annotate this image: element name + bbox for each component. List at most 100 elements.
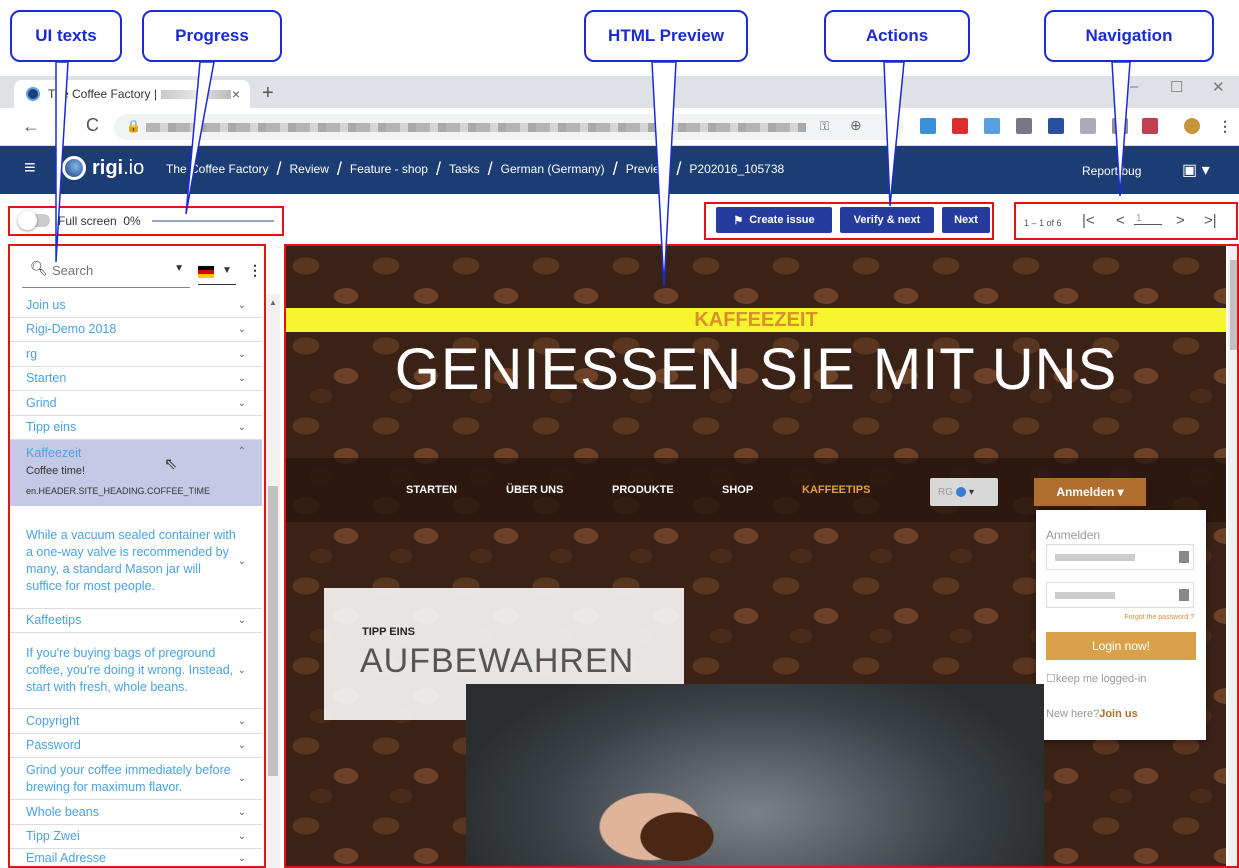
extension-icon[interactable] xyxy=(984,118,1000,134)
flag-icon: ⚑ xyxy=(733,214,744,227)
page-input[interactable]: 1 xyxy=(1134,213,1162,225)
list-item[interactable]: Whole beans ⌄ xyxy=(10,800,262,825)
preview-nav-item[interactable]: STARTEN xyxy=(406,484,457,496)
breadcrumb-item[interactable]: Tasks xyxy=(449,162,480,176)
breadcrumb-item: P202016_105738 xyxy=(689,162,785,176)
list-item[interactable]: Grind your coffee immediately before bre… xyxy=(10,758,262,800)
extension-icon[interactable] xyxy=(1048,118,1064,134)
breadcrumb-item[interactable]: German (Germany) xyxy=(501,162,605,176)
callout-actions: Actions xyxy=(824,10,970,62)
key-icon[interactable]: ⚿ xyxy=(820,119,829,134)
login-username-field[interactable] xyxy=(1046,544,1194,570)
tip-title[interactable]: AUFBEWAHREN xyxy=(360,642,634,681)
list-item[interactable]: Tipp eins ⌄ xyxy=(10,416,262,440)
search-input[interactable] xyxy=(52,263,162,278)
list-item[interactable]: Rigi-Demo 2018 ⌄ xyxy=(10,318,262,342)
more-options-icon[interactable]: ⋮ xyxy=(248,262,262,279)
create-issue-button[interactable]: ⚑ Create issue xyxy=(716,207,832,233)
breadcrumb: The Coffee Factory / Review / Feature - sh… xyxy=(166,159,785,179)
url-input[interactable]: 🔒 ⚿ ⊕ xyxy=(114,114,904,140)
report-bug-link[interactable]: Report bug xyxy=(1082,164,1141,178)
list-item[interactable]: Kaffeetips ⌄ xyxy=(10,609,262,633)
list-item[interactable]: Copyright ⌄ xyxy=(10,709,262,734)
list-item-active[interactable]: Kaffeezeit ⌃ Coffee time! en.HEADER.SITE… xyxy=(10,440,262,506)
preview-hero-title[interactable]: GENIESSEN SIE MIT UNS xyxy=(286,336,1226,403)
zoom-icon[interactable]: ⊕ xyxy=(850,117,862,134)
preview-anmelden-button[interactable]: Anmelden ▾ xyxy=(1034,478,1146,506)
back-icon[interactable]: ← xyxy=(22,116,40,137)
preview-scrollbar[interactable] xyxy=(1228,246,1239,868)
globe-icon xyxy=(956,487,966,497)
user-menu-icon[interactable]: ▣ ▾ xyxy=(1182,160,1210,180)
extension-icon[interactable] xyxy=(920,118,936,134)
tab-title-blurred xyxy=(160,89,231,99)
minimize-icon[interactable]: – xyxy=(1130,78,1138,95)
favicon-icon xyxy=(26,87,40,101)
preview-language-select[interactable]: RG ▾ xyxy=(930,478,998,506)
chevron-down-icon: ⌄ xyxy=(237,806,246,818)
maximize-icon[interactable]: ☐ xyxy=(1170,78,1183,96)
chevron-down-icon[interactable]: ▼ xyxy=(174,263,184,274)
last-page-button[interactable]: >| xyxy=(1204,212,1217,229)
preview-nav-item[interactable]: SHOP xyxy=(722,484,753,496)
list-item[interactable]: Starten ⌄ xyxy=(10,367,262,391)
login-heading: Anmelden xyxy=(1046,528,1101,542)
breadcrumb-item[interactable]: The Coffee Factory xyxy=(166,162,269,176)
reload-icon[interactable]: C xyxy=(86,115,99,136)
list-item[interactable]: rg ⌄ xyxy=(10,342,262,367)
language-dropdown-icon[interactable]: ▼ xyxy=(222,265,232,276)
chevron-down-icon: ⌄ xyxy=(237,555,246,567)
extension-icon[interactable] xyxy=(1016,118,1032,134)
chevron-up-icon[interactable]: ⌃ xyxy=(238,446,246,457)
login-password-field[interactable] xyxy=(1046,582,1194,608)
prev-page-button[interactable]: < xyxy=(1116,212,1125,229)
next-page-button[interactable]: > xyxy=(1176,212,1185,229)
breadcrumb-item[interactable]: Feature - shop xyxy=(350,162,428,176)
chevron-down-icon: ⌄ xyxy=(237,831,246,842)
join-us-link[interactable]: Join us xyxy=(1099,708,1138,720)
new-tab-button[interactable]: + xyxy=(262,82,274,105)
list-item[interactable]: While a vacuum sealed container with a o… xyxy=(10,514,262,609)
next-button[interactable]: Next xyxy=(942,207,990,233)
fullscreen-toggle[interactable] xyxy=(18,211,50,230)
extension-icon[interactable] xyxy=(1112,118,1128,134)
tab-title: The Coffee Factory | xyxy=(48,87,157,101)
breadcrumb-item[interactable]: Review xyxy=(290,162,329,176)
logo-text: rigi xyxy=(92,156,124,179)
list-item[interactable]: Join us ⌄ xyxy=(10,294,262,318)
preview-nav-item[interactable]: PRODUKTE xyxy=(612,484,674,496)
preview-banner[interactable]: KAFFEEZEIT xyxy=(286,308,1226,332)
preview-nav-item[interactable]: ÜBER UNS xyxy=(506,484,563,496)
german-flag-icon[interactable] xyxy=(198,266,214,278)
list-item[interactable]: Email Adresse ⌄ xyxy=(10,849,262,868)
forgot-password-link[interactable]: Forgot the password ? xyxy=(1124,614,1194,621)
extension-icon[interactable] xyxy=(1142,118,1158,134)
url-blurred xyxy=(146,123,806,132)
list-item[interactable]: Password ⌄ xyxy=(10,734,262,758)
list-item[interactable]: Tipp Zwei ⌄ xyxy=(10,825,262,849)
extension-icon[interactable] xyxy=(1080,118,1096,134)
verify-next-button[interactable]: Verify & next xyxy=(840,207,934,233)
preview-nav-item[interactable]: KAFFEETIPS xyxy=(802,484,870,496)
browser-menu-icon[interactable]: ⋮ xyxy=(1218,118,1232,135)
list-item[interactable]: If you're buying bags of preground coffe… xyxy=(10,633,262,709)
scroll-up-icon[interactable]: ▲ xyxy=(269,298,277,307)
preview-scroll-thumb xyxy=(1230,260,1237,350)
tip-subtitle[interactable]: TIPP EINS xyxy=(362,626,415,638)
hamburger-icon[interactable]: ≡ xyxy=(24,157,36,180)
list-item[interactable]: Grind ⌄ xyxy=(10,391,262,416)
browser-tab[interactable]: The Coffee Factory | × xyxy=(14,80,250,108)
login-now-button[interactable]: Login now! xyxy=(1046,632,1196,660)
fullscreen-label: Full screen 0% xyxy=(58,214,141,228)
sidebar-scroll-thumb[interactable] xyxy=(268,486,278,776)
keep-logged-in-checkbox[interactable]: ☐keep me logged-in xyxy=(1046,672,1146,685)
extension-icon[interactable] xyxy=(952,118,968,134)
breadcrumb-item[interactable]: Preview xyxy=(626,162,669,176)
tab-close-icon[interactable]: × xyxy=(232,86,240,102)
rigi-logo[interactable]: rigi.io xyxy=(62,156,144,180)
first-page-button[interactable]: |< xyxy=(1082,212,1095,229)
profile-avatar[interactable] xyxy=(1184,118,1200,134)
search-field[interactable]: 🔍︎ ▼ xyxy=(22,256,190,288)
window-close-icon[interactable]: ✕ xyxy=(1212,78,1225,96)
globe-icon xyxy=(62,156,86,180)
